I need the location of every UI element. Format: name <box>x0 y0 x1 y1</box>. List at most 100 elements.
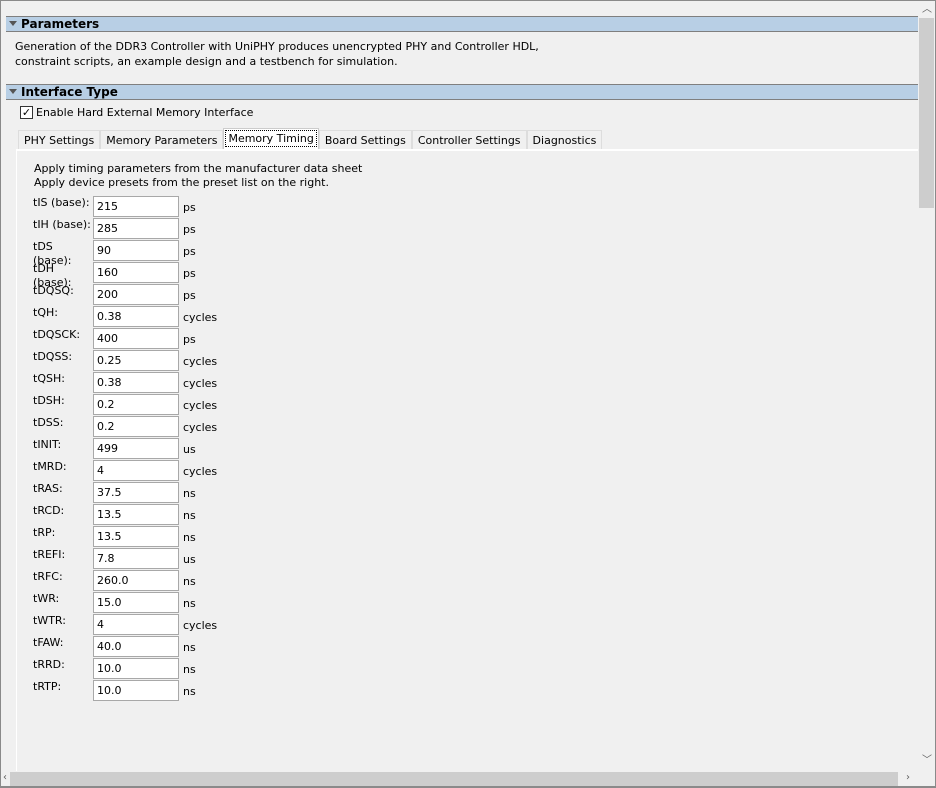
tab-memory-timing[interactable]: Memory Timing <box>223 128 319 150</box>
param-input[interactable]: 0.2 <box>93 394 179 415</box>
tab-controller-settings[interactable]: Controller Settings <box>411 130 527 150</box>
param-row: tIS (base): 215 ps <box>33 196 196 217</box>
param-label: tDSS: <box>33 416 64 429</box>
param-row: tRAS: 37.5 ns <box>33 482 196 503</box>
tab-board-settings[interactable]: Board Settings <box>318 130 412 150</box>
horizontal-scrollbar[interactable]: ‹ › <box>1 771 918 786</box>
param-row: tQH: 0.38 cycles <box>33 306 218 327</box>
param-input[interactable]: 0.38 <box>93 306 179 327</box>
param-input[interactable]: 7.8 <box>93 548 179 569</box>
param-label: tDQSS: <box>33 350 73 363</box>
param-input[interactable]: 285 <box>93 218 179 239</box>
param-label: tDQSQ: <box>33 284 74 297</box>
param-label: tIS (base): <box>33 196 90 209</box>
param-input[interactable]: 499 <box>93 438 179 459</box>
param-unit: ps <box>183 289 196 302</box>
param-input[interactable]: 10.0 <box>93 680 179 701</box>
horizontal-scroll-thumb[interactable] <box>10 772 898 786</box>
tab-phy-settings[interactable]: PHY Settings <box>18 130 101 150</box>
section-title: Interface Type <box>21 85 118 99</box>
param-unit: cycles <box>183 377 218 390</box>
param-label: tWR: <box>33 592 60 605</box>
param-label: tRFC: <box>33 570 63 583</box>
param-input[interactable]: 40.0 <box>93 636 179 657</box>
param-input[interactable]: 0.38 <box>93 372 179 393</box>
scroll-up-icon[interactable]: ︿ <box>922 4 932 16</box>
param-label: tMRD: <box>33 460 67 473</box>
param-input[interactable]: 13.5 <box>93 504 179 525</box>
tab-memory-parameters[interactable]: Memory Parameters <box>100 130 224 150</box>
param-unit: ns <box>183 641 196 654</box>
param-label: tRCD: <box>33 504 65 517</box>
param-unit: ns <box>183 531 196 544</box>
param-label: tRAS: <box>33 482 63 495</box>
param-row: tDQSS: 0.25 cycles <box>33 350 217 371</box>
param-row: tMRD: 4 cycles <box>33 460 217 481</box>
param-row: tQSH: 0.38 cycles <box>33 372 218 393</box>
param-input[interactable]: 10.0 <box>93 658 179 679</box>
tab-bar: PHY Settings Memory Parameters Memory Ti… <box>18 128 603 150</box>
param-input[interactable]: 4 <box>93 614 179 635</box>
vertical-scrollbar[interactable]: ︿ ﹀ <box>918 1 935 771</box>
param-unit: ns <box>183 509 196 522</box>
param-row: tRTP: 10.0 ns <box>33 680 196 701</box>
param-unit: us <box>183 553 196 566</box>
param-label: tRTP: <box>33 680 62 693</box>
param-unit: ps <box>183 223 196 236</box>
param-label: tFAW: <box>33 636 64 649</box>
scroll-down-icon[interactable]: ﹀ <box>922 755 932 767</box>
param-input[interactable]: 160 <box>93 262 179 283</box>
interface-type-section-header[interactable]: Interface Type <box>6 84 918 100</box>
param-row: tDSS: 0.2 cycles <box>33 416 217 437</box>
param-label: tINIT: <box>33 438 62 451</box>
scroll-left-icon[interactable]: ‹ <box>3 772 7 784</box>
param-input[interactable]: 13.5 <box>93 526 179 547</box>
param-label: tIH (base): <box>33 218 91 231</box>
param-unit: ps <box>183 267 196 280</box>
param-unit: ps <box>183 201 196 214</box>
param-row: tREFI: 7.8 us <box>33 548 196 569</box>
param-row: tDS (base): 90 ps <box>33 240 196 267</box>
tab-diagnostics[interactable]: Diagnostics <box>526 130 603 150</box>
intro-line: Apply timing parameters from the manufac… <box>34 162 363 175</box>
param-input[interactable]: 260.0 <box>93 570 179 591</box>
param-unit: ns <box>183 685 196 698</box>
vertical-scroll-thumb[interactable] <box>919 18 934 208</box>
param-unit: ns <box>183 487 196 500</box>
collapse-triangle-icon[interactable] <box>9 21 17 26</box>
param-input[interactable]: 15.0 <box>93 592 179 613</box>
param-input[interactable]: 200 <box>93 284 179 305</box>
intro-line: Apply device presets from the preset lis… <box>34 176 329 189</box>
param-unit: cycles <box>183 399 218 412</box>
tab-label: Memory Timing <box>225 130 317 147</box>
param-label: tRP: <box>33 526 56 539</box>
param-unit: ns <box>183 575 196 588</box>
param-input[interactable]: 4 <box>93 460 179 481</box>
description: Generation of the DDR3 Controller with U… <box>15 39 539 69</box>
param-input[interactable]: 90 <box>93 240 179 261</box>
collapse-triangle-icon[interactable] <box>9 89 17 94</box>
param-unit: ps <box>183 245 196 258</box>
checkmark-icon[interactable]: ✓ <box>20 106 33 119</box>
param-input[interactable]: 400 <box>93 328 179 349</box>
param-input[interactable]: 215 <box>93 196 179 217</box>
param-row: tWTR: 4 cycles <box>33 614 217 635</box>
param-input[interactable]: 0.25 <box>93 350 179 371</box>
section-title: Parameters <box>21 17 100 31</box>
param-label: tDQSCK: <box>33 328 81 341</box>
param-label: tWTR: <box>33 614 66 627</box>
param-row: tDH (base): 160 ps <box>33 262 196 289</box>
param-label: tQH: <box>33 306 58 319</box>
param-input[interactable]: 37.5 <box>93 482 179 503</box>
enable-hard-emif-checkbox[interactable]: ✓ Enable Hard External Memory Interface <box>20 106 253 119</box>
parameters-section-header[interactable]: Parameters <box>6 16 918 32</box>
param-row: tDQSQ: 200 ps <box>33 284 196 305</box>
param-unit: ps <box>183 333 196 346</box>
memory-timing-panel: Apply timing parameters from the manufac… <box>16 149 918 771</box>
param-row: tIH (base): 285 ps <box>33 218 196 239</box>
param-row: tRCD: 13.5 ns <box>33 504 196 525</box>
param-row: tRP: 13.5 ns <box>33 526 196 547</box>
scroll-right-icon[interactable]: › <box>906 772 910 784</box>
param-input[interactable]: 0.2 <box>93 416 179 437</box>
param-unit: cycles <box>183 311 218 324</box>
